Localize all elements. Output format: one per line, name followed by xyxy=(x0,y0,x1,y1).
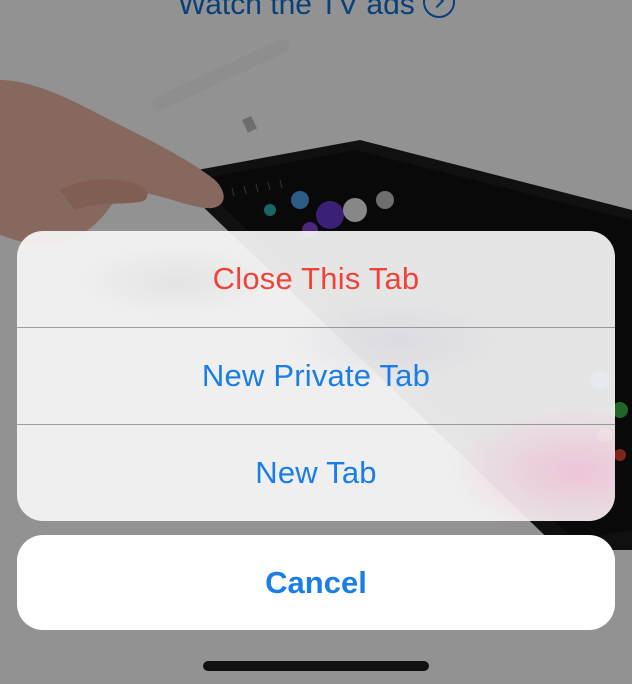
cancel-button[interactable]: Cancel xyxy=(17,535,615,630)
action-sheet: Close This Tab New Private Tab New Tab xyxy=(17,231,615,521)
home-indicator[interactable] xyxy=(203,661,429,671)
new-tab-button[interactable]: New Tab xyxy=(17,425,615,521)
new-private-tab-button[interactable]: New Private Tab xyxy=(17,328,615,424)
close-this-tab-button[interactable]: Close This Tab xyxy=(17,231,615,327)
